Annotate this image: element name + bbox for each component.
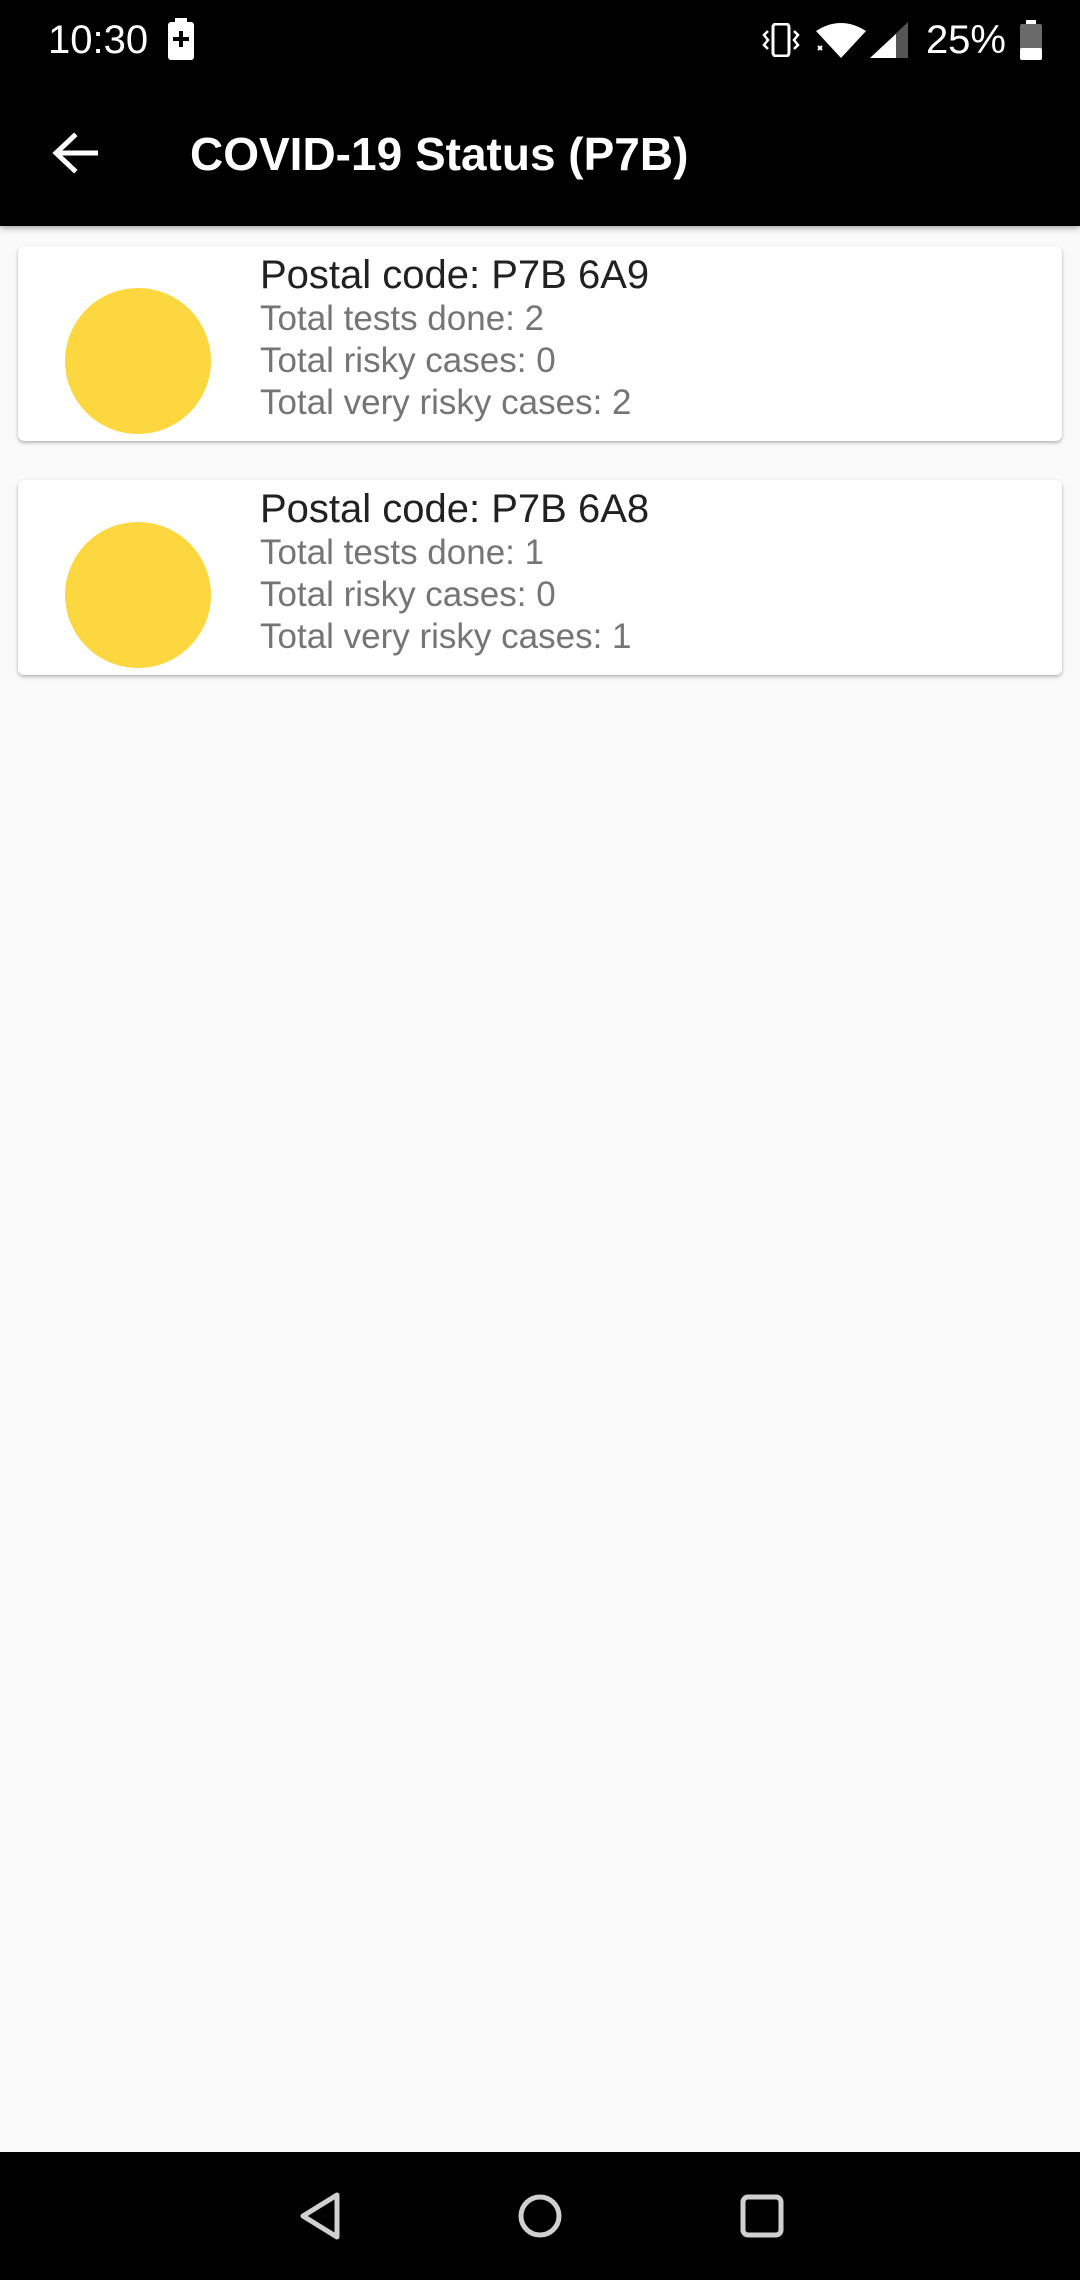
app-bar: COVID-19 Status (P7B) xyxy=(0,80,1080,226)
postal-code-title: Postal code: P7B 6A9 xyxy=(260,253,650,297)
vibrate-icon xyxy=(762,23,800,57)
status-bar: 10:30 25% xyxy=(0,0,1080,80)
battery-icon xyxy=(1020,20,1042,60)
navigation-bar xyxy=(0,2152,1080,2280)
nav-recents-button[interactable] xyxy=(722,2176,802,2256)
postal-code-card[interactable]: Postal code: P7B 6A9 Total tests done: 2… xyxy=(18,246,1062,441)
total-tests: Total tests done: 2 xyxy=(260,299,545,338)
battery-charging-icon xyxy=(168,18,194,60)
risk-status-dot xyxy=(65,522,211,668)
arrow-back-icon xyxy=(52,132,98,174)
signal-icon xyxy=(869,22,908,58)
nav-home-icon xyxy=(518,2194,562,2238)
total-very-risky-cases: Total very risky cases: 2 xyxy=(260,383,632,422)
nav-recents-icon xyxy=(740,2194,784,2238)
battery-percent: 25% xyxy=(925,17,1006,62)
total-risky-cases: Total risky cases: 0 xyxy=(260,575,556,614)
nav-back-icon xyxy=(300,2192,340,2240)
total-risky-cases: Total risky cases: 0 xyxy=(260,341,556,380)
nav-home-button[interactable] xyxy=(500,2176,580,2256)
risk-status-dot xyxy=(65,288,211,434)
nav-back-button[interactable] xyxy=(280,2176,360,2256)
card-text: Postal code: P7B 6A9 Total tests done: 2… xyxy=(260,252,649,424)
total-very-risky-cases: Total very risky cases: 1 xyxy=(260,617,632,656)
card-text: Postal code: P7B 6A8 Total tests done: 1… xyxy=(260,486,649,658)
back-button[interactable] xyxy=(40,118,110,188)
postal-code-card[interactable]: Postal code: P7B 6A8 Total tests done: 1… xyxy=(18,480,1062,675)
total-tests: Total tests done: 1 xyxy=(260,533,545,572)
page-title: COVID-19 Status (P7B) xyxy=(190,128,689,180)
status-icons: 25% xyxy=(762,14,1042,66)
wifi-icon xyxy=(815,23,866,58)
status-time: 10:30 xyxy=(48,18,149,62)
postal-code-title: Postal code: P7B 6A8 xyxy=(260,487,650,531)
